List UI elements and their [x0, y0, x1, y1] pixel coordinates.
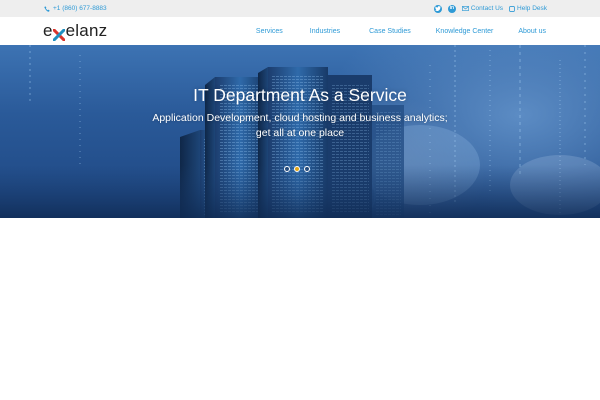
nav-services[interactable]: Services: [256, 28, 283, 35]
logo-text-start: e: [43, 21, 53, 40]
nav-industries[interactable]: Industries: [310, 28, 340, 35]
slider-pagination: [284, 166, 310, 172]
linkedin-icon[interactable]: in: [447, 4, 456, 13]
page-content-area: [0, 218, 600, 400]
nav-case-studies[interactable]: Case Studies: [369, 28, 411, 35]
page: +1 (860) 677-8883 in Contact Us Help Des…: [0, 0, 600, 400]
top-utility-links: in Contact Us Help Desk: [433, 3, 547, 14]
logo-text-end: elanz: [65, 21, 108, 40]
x-mark-icon: [52, 26, 67, 43]
contact-us-label: Contact Us: [470, 5, 504, 12]
nav-about-us[interactable]: About us: [518, 28, 546, 35]
hero-subtitle-line-2: get all at one place: [255, 127, 345, 139]
phone-icon: [44, 5, 50, 12]
help-desk-icon: [509, 5, 515, 12]
top-utility-bar: +1 (860) 677-8883 in Contact Us Help Des…: [0, 0, 600, 17]
help-desk-label: Help Desk: [517, 5, 547, 12]
hero-title: IT Department As a Service: [193, 85, 407, 105]
phone-link[interactable]: +1 (860) 677-8883: [44, 3, 107, 14]
hero-subtitle: Application Development, cloud hosting a…: [0, 111, 600, 141]
hero-slider: IT Department As a Service Application D…: [0, 45, 600, 218]
mail-icon: [461, 6, 469, 11]
exelanz-logo[interactable]: e elanz: [43, 21, 108, 43]
help-desk-link[interactable]: Help Desk: [509, 5, 547, 12]
main-nav: Services Industries Case Studies Knowled…: [256, 17, 546, 45]
site-header: e elanz Services Industries Case Studies…: [0, 17, 600, 45]
twitter-icon[interactable]: [433, 4, 442, 13]
hero-subtitle-line-1: Application Development, cloud hosting a…: [152, 112, 448, 124]
slide-dot-1[interactable]: [284, 166, 290, 172]
slide-dot-3[interactable]: [304, 166, 310, 172]
phone-number: +1 (860) 677-8883: [53, 5, 107, 12]
contact-us-link[interactable]: Contact Us: [461, 5, 504, 12]
nav-knowledge-center[interactable]: Knowledge Center: [436, 28, 494, 35]
slide-dot-2[interactable]: [294, 166, 300, 172]
